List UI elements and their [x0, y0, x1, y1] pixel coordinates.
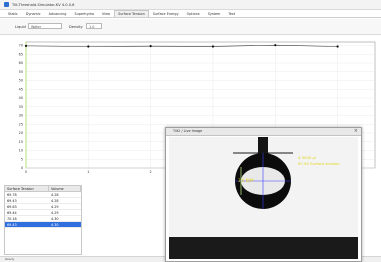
y-tick-label: 0 — [21, 166, 23, 170]
data-point — [274, 44, 277, 47]
density-label: Density — [69, 25, 83, 29]
data-point — [149, 45, 152, 48]
x-tick-label: 0 — [25, 170, 27, 174]
window-title: Tilt-Threshold-Simulator-KV 4.0.0.6 — [12, 2, 75, 7]
results-table: Surface Tension Volume 69.78 4.28 69.43 4.2… — [4, 185, 82, 255]
app-icon — [4, 2, 9, 7]
toolbar: Liquid Water Density 1.0 — [0, 19, 381, 35]
overlay-volume-label: 4.3000 µl — [298, 155, 316, 160]
y-tick-label: 5 — [21, 157, 23, 161]
tab-dynamic[interactable]: Dynamic — [22, 10, 45, 17]
title-bar: Tilt-Threshold-Simulator-KV 4.0.0.6 — [0, 0, 381, 10]
y-tick-label: 40 — [19, 96, 23, 100]
y-tick-label: 65 — [19, 52, 23, 56]
density-field[interactable]: 1.0 — [86, 23, 102, 29]
data-point — [211, 45, 215, 48]
live-image-dialog: Tilt2 / Live Image × 3.0 N/M 4.3000 µl 6… — [165, 127, 362, 262]
x-tick-label: 2 — [150, 170, 152, 174]
y-tick-label: 50 — [19, 79, 23, 83]
liquid-label: Liquid — [15, 25, 26, 29]
data-point — [24, 44, 28, 47]
tab-advancing[interactable]: Advancing — [45, 10, 71, 17]
y-tick-label: 30 — [19, 114, 23, 118]
dialog-title-bar: Tilt2 / Live Image × — [166, 128, 361, 136]
y-tick-label: 10 — [19, 149, 23, 153]
data-point — [336, 45, 339, 48]
overlay-left-label: 3.0 N/M — [238, 178, 254, 183]
table-row[interactable]: 69.43 4.30 — [5, 222, 81, 228]
close-icon[interactable]: × — [354, 128, 358, 134]
tab-surface-energy[interactable]: Surface Energy — [149, 10, 183, 17]
camera-view: 3.0 N/M 4.3000 µl 67.90 Surface tension — [169, 137, 358, 259]
y-tick-label: 15 — [19, 140, 23, 144]
tab-superhydro[interactable]: Superhydro — [70, 10, 98, 17]
needle — [258, 137, 268, 153]
tab-options[interactable]: Options — [183, 10, 204, 17]
cell-volume: 4.30 — [51, 223, 59, 227]
y-tick-label: 55 — [19, 70, 23, 74]
status-text: Ready — [5, 257, 15, 261]
liquid-field[interactable]: Water — [28, 23, 62, 29]
y-tick-label: 45 — [19, 87, 23, 91]
y-tick-label: 70 — [19, 44, 23, 48]
menu-bar: Static Dynamic Advancing Superhydro View Surf… — [0, 10, 381, 18]
tab-static[interactable]: Static — [4, 10, 22, 17]
overlay-tension-label: 67.90 Surface tension — [298, 161, 340, 166]
x-tick-label: 1 — [87, 170, 89, 174]
data-point — [87, 45, 90, 48]
y-tick-label: 35 — [19, 105, 23, 109]
cell-surface-tension: 69.43 — [7, 223, 17, 227]
bottom-shadow — [169, 237, 358, 259]
y-tick-label: 60 — [19, 61, 23, 65]
dialog-title: Tilt2 / Live Image — [173, 129, 203, 133]
tab-system[interactable]: System — [204, 10, 225, 17]
y-tick-label: 20 — [19, 131, 23, 135]
tab-test[interactable]: Test — [224, 10, 239, 17]
y-tick-label: 25 — [19, 122, 23, 126]
tab-surface-tension[interactable]: Surface Tension — [114, 10, 149, 17]
tab-view[interactable]: View — [98, 10, 114, 17]
drop-image: 3.0 N/M 4.3000 µl 67.90 Surface tension — [169, 137, 358, 259]
